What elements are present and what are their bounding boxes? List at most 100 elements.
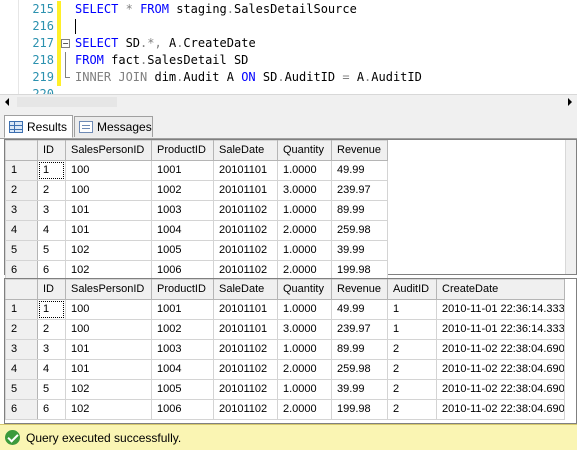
column-header[interactable]: ID — [37, 140, 66, 161]
table-cell[interactable]: 2 — [387, 359, 437, 380]
table-cell[interactable]: 4 — [37, 220, 66, 241]
select-all-corner[interactable] — [5, 279, 38, 300]
table-cell[interactable]: 1005 — [151, 240, 214, 261]
table-cell[interactable]: 2010-11-02 22:38:04.690 — [436, 379, 565, 400]
table-row[interactable]: 5 5 102 1005 20101102 1.0000 39.99 2 2010-11-02 … — [5, 379, 565, 400]
tab-results[interactable]: Results — [4, 115, 73, 138]
collapse-icon[interactable]: − — [61, 39, 70, 48]
table-cell[interactable]: 20101102 — [213, 240, 278, 261]
row-number[interactable]: 3 — [5, 339, 38, 360]
column-header[interactable]: Quantity — [277, 279, 332, 300]
column-header[interactable]: AuditID — [387, 279, 437, 300]
code-line[interactable]: 219 INNER JOIN dim.Audit A ON SD.AuditID … — [0, 69, 577, 86]
table-cell[interactable]: 20101101 — [213, 160, 278, 181]
table-cell[interactable]: 1002 — [151, 319, 214, 340]
table-cell[interactable]: 2 — [37, 319, 66, 340]
table-cell[interactable]: 1005 — [151, 379, 214, 400]
table-cell[interactable]: 1004 — [151, 359, 214, 380]
scroll-left-icon[interactable] — [5, 98, 9, 106]
table-cell[interactable]: 1003 — [151, 200, 214, 221]
table-cell[interactable]: 239.97 — [331, 180, 388, 201]
table-row[interactable]: 1 1 100 1001 20101101 1.0000 49.99 — [5, 160, 388, 181]
table-cell[interactable]: 49.99 — [331, 160, 388, 181]
row-number[interactable]: 6 — [5, 399, 38, 420]
table-cell[interactable]: 2010-11-01 22:36:14.333 — [436, 299, 565, 320]
table-cell[interactable]: 3 — [37, 339, 66, 360]
table-cell[interactable]: 2010-11-02 22:38:04.690 — [436, 399, 565, 420]
table-cell[interactable]: 20101101 — [213, 299, 278, 320]
table-row[interactable]: 6 6 102 1006 20101102 2.0000 199.98 2 2010-11-02… — [5, 399, 565, 420]
table-cell[interactable]: 1.0000 — [277, 240, 332, 261]
table-cell[interactable]: 2010-11-02 22:38:04.690 — [436, 359, 565, 380]
column-header[interactable]: ID — [37, 279, 66, 300]
table-cell[interactable]: 89.99 — [331, 200, 388, 221]
table-cell[interactable]: 259.98 — [331, 359, 388, 380]
table-cell[interactable]: 5 — [37, 240, 66, 261]
table-cell[interactable]: 2.0000 — [277, 359, 332, 380]
table-cell[interactable]: 259.98 — [331, 220, 388, 241]
row-number[interactable]: 3 — [5, 200, 38, 221]
table-cell[interactable]: 101 — [65, 200, 152, 221]
row-number[interactable]: 4 — [5, 220, 38, 241]
table-cell[interactable]: 20101102 — [213, 339, 278, 360]
column-header[interactable]: SaleDate — [213, 279, 278, 300]
table-cell[interactable]: 1.0000 — [277, 339, 332, 360]
table-cell[interactable]: 20101102 — [213, 399, 278, 420]
result-grid-2[interactable]: ID SalesPersonID ProductID SaleDate Quantity… — [4, 278, 577, 424]
column-header[interactable]: ProductID — [151, 140, 214, 161]
table-row[interactable]: 4 4 101 1004 20101102 2.0000 259.98 — [5, 220, 388, 241]
table-cell[interactable]: 1 — [387, 319, 437, 340]
table-cell[interactable]: 1003 — [151, 339, 214, 360]
table-cell[interactable]: 1004 — [151, 220, 214, 241]
table-cell[interactable]: 102 — [65, 399, 152, 420]
row-number[interactable]: 1 — [5, 160, 38, 181]
table-cell[interactable]: 100 — [65, 180, 152, 201]
table-cell[interactable]: 1 — [387, 299, 437, 320]
column-header[interactable]: CreateDate — [436, 279, 565, 300]
column-header[interactable]: Revenue — [331, 279, 388, 300]
table-cell[interactable]: 6 — [37, 399, 66, 420]
editor-horizontal-scrollbar[interactable] — [0, 94, 577, 110]
table-row[interactable]: 3 3 101 1003 20101102 1.0000 89.99 2 2010-11-02 … — [5, 339, 565, 360]
table-cell[interactable]: 102 — [65, 379, 152, 400]
table-row[interactable]: 2 2 100 1002 20101101 3.0000 239.97 1 2010-11-01… — [5, 319, 565, 340]
table-cell[interactable]: 3 — [37, 200, 66, 221]
table-cell[interactable]: 20101101 — [213, 319, 278, 340]
table-row[interactable]: 1 1 100 1001 20101101 1.0000 49.99 1 2010-11-01 … — [5, 299, 565, 320]
table-cell[interactable]: 3.0000 — [277, 319, 332, 340]
code-line[interactable]: 218 FROM fact.SalesDetail SD — [0, 52, 577, 69]
code-line[interactable]: 220 — [0, 86, 577, 94]
result-grid-1[interactable]: ID SalesPersonID ProductID SaleDate Quantity… — [4, 139, 577, 281]
table-cell[interactable]: 5 — [37, 379, 66, 400]
table-cell[interactable]: 1.0000 — [277, 299, 332, 320]
table-cell[interactable]: 1002 — [151, 180, 214, 201]
table-cell[interactable]: 2 — [387, 379, 437, 400]
table-cell[interactable]: 20101102 — [213, 379, 278, 400]
table-row[interactable]: 3 3 101 1003 20101102 1.0000 89.99 — [5, 200, 388, 221]
table-cell[interactable]: 39.99 — [331, 240, 388, 261]
table-cell[interactable]: 1006 — [151, 399, 214, 420]
column-header[interactable]: SalesPersonID — [65, 279, 152, 300]
column-header[interactable]: Revenue — [331, 140, 388, 161]
table-cell[interactable]: 1.0000 — [277, 379, 332, 400]
table-cell[interactable]: 101 — [65, 220, 152, 241]
row-number[interactable]: 2 — [5, 180, 38, 201]
table-cell[interactable]: 1 — [37, 299, 66, 320]
table-cell[interactable]: 101 — [65, 359, 152, 380]
scroll-right-icon[interactable] — [568, 98, 572, 106]
select-all-corner[interactable] — [5, 140, 38, 161]
row-number[interactable]: 4 — [5, 359, 38, 380]
table-cell[interactable]: 2010-11-01 22:36:14.333 — [436, 319, 565, 340]
table-cell[interactable]: 4 — [37, 359, 66, 380]
table-cell[interactable]: 39.99 — [331, 379, 388, 400]
table-cell[interactable]: 102 — [65, 240, 152, 261]
table-cell[interactable]: 2.0000 — [277, 399, 332, 420]
table-cell[interactable]: 100 — [65, 299, 152, 320]
column-header[interactable]: SalesPersonID — [65, 140, 152, 161]
table-cell[interactable]: 2.0000 — [277, 220, 332, 241]
table-cell[interactable]: 1 — [37, 160, 66, 181]
table-cell[interactable]: 2 — [387, 399, 437, 420]
row-number[interactable]: 2 — [5, 319, 38, 340]
table-cell[interactable]: 100 — [65, 319, 152, 340]
query-editor[interactable]: 215 SELECT * FROM staging.SalesDetailSour… — [0, 0, 577, 94]
